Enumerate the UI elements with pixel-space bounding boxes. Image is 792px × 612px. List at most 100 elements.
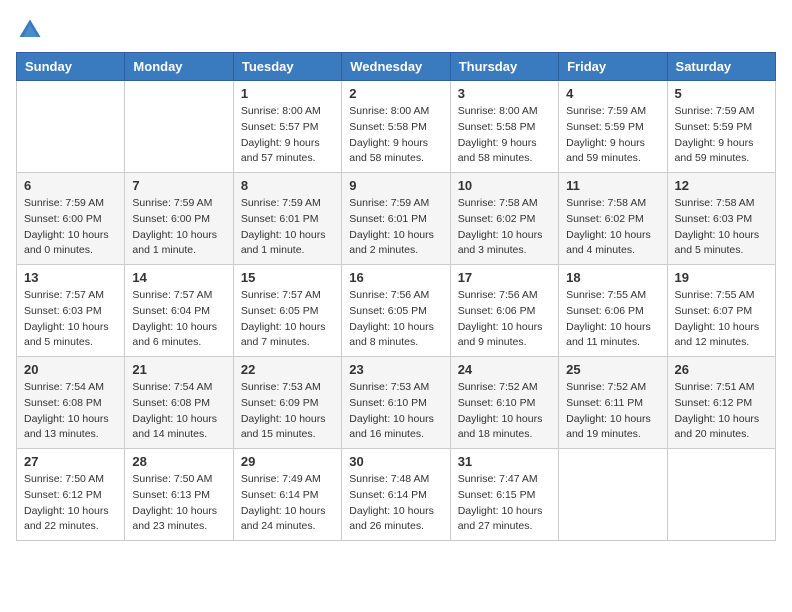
calendar-cell <box>559 449 667 541</box>
day-number: 28 <box>132 454 225 469</box>
day-number: 8 <box>241 178 334 193</box>
calendar-cell <box>125 81 233 173</box>
day-number: 20 <box>24 362 117 377</box>
day-info: Sunrise: 7:54 AM Sunset: 6:08 PM Dayligh… <box>132 380 225 443</box>
day-number: 21 <box>132 362 225 377</box>
calendar-week-row: 1 Sunrise: 8:00 AM Sunset: 5:57 PM Daylig… <box>17 81 776 173</box>
day-info: Sunrise: 7:55 AM Sunset: 6:06 PM Dayligh… <box>566 288 659 351</box>
calendar-cell: 29Sunrise: 7:49 AM Sunset: 6:14 PM Dayli… <box>233 449 341 541</box>
day-number: 6 <box>24 178 117 193</box>
day-number: 19 <box>675 270 768 285</box>
day-number: 26 <box>675 362 768 377</box>
calendar-header-row: SundayMondayTuesdayWednesdayThursdayFrid… <box>17 53 776 81</box>
calendar-cell: 31 Sunrise: 7:47 AM Sunset: 6:15 PM Dayli… <box>450 449 558 541</box>
day-number: 7 <box>132 178 225 193</box>
day-info: Sunrise: 7:47 AM Sunset: 6:15 PM Dayligh… <box>458 472 551 535</box>
day-number: 23 <box>349 362 442 377</box>
day-info: Sunrise: 7:52 AM Sunset: 6:11 PM Dayligh… <box>566 380 659 443</box>
calendar-cell: 5 Sunrise: 7:59 AM Sunset: 5:59 PM Daylig… <box>667 81 775 173</box>
day-number: 24 <box>458 362 551 377</box>
calendar-cell: 14Sunrise: 7:57 AM Sunset: 6:04 PM Dayli… <box>125 265 233 357</box>
day-number: 10 <box>458 178 551 193</box>
day-info: Sunrise: 7:56 AM Sunset: 6:05 PM Dayligh… <box>349 288 442 351</box>
day-number: 9 <box>349 178 442 193</box>
day-info: Sunrise: 7:48 AM Sunset: 6:14 PM Dayligh… <box>349 472 442 535</box>
day-info: Sunrise: 7:58 AM Sunset: 6:02 PM Dayligh… <box>458 196 551 259</box>
day-info: Sunrise: 7:59 AM Sunset: 5:59 PM Dayligh… <box>566 104 659 167</box>
calendar-cell: 13 Sunrise: 7:57 AM Sunset: 6:03 PM Dayli… <box>17 265 125 357</box>
day-number: 15 <box>241 270 334 285</box>
calendar-cell: 1 Sunrise: 8:00 AM Sunset: 5:57 PM Daylig… <box>233 81 341 173</box>
calendar-cell: 16 Sunrise: 7:56 AM Sunset: 6:05 PM Dayli… <box>342 265 450 357</box>
calendar-cell: 9 Sunrise: 7:59 AM Sunset: 6:01 PM Daylig… <box>342 173 450 265</box>
calendar-cell: 30 Sunrise: 7:48 AM Sunset: 6:14 PM Dayli… <box>342 449 450 541</box>
day-of-week-header: Sunday <box>17 53 125 81</box>
calendar-cell: 28Sunrise: 7:50 AM Sunset: 6:13 PM Dayli… <box>125 449 233 541</box>
day-number: 16 <box>349 270 442 285</box>
calendar-cell: 18Sunrise: 7:55 AM Sunset: 6:06 PM Dayli… <box>559 265 667 357</box>
day-number: 31 <box>458 454 551 469</box>
day-info: Sunrise: 7:53 AM Sunset: 6:09 PM Dayligh… <box>241 380 334 443</box>
calendar-cell: 24 Sunrise: 7:52 AM Sunset: 6:10 PM Dayli… <box>450 357 558 449</box>
day-info: Sunrise: 7:58 AM Sunset: 6:02 PM Dayligh… <box>566 196 659 259</box>
calendar-cell: 8 Sunrise: 7:59 AM Sunset: 6:01 PM Daylig… <box>233 173 341 265</box>
day-info: Sunrise: 8:00 AM Sunset: 5:58 PM Dayligh… <box>458 104 551 167</box>
day-number: 1 <box>241 86 334 101</box>
day-info: Sunrise: 7:56 AM Sunset: 6:06 PM Dayligh… <box>458 288 551 351</box>
day-number: 14 <box>132 270 225 285</box>
calendar-cell: 21 Sunrise: 7:54 AM Sunset: 6:08 PM Dayli… <box>125 357 233 449</box>
calendar-cell: 6 Sunrise: 7:59 AM Sunset: 6:00 PM Daylig… <box>17 173 125 265</box>
calendar-cell: 27 Sunrise: 7:50 AM Sunset: 6:12 PM Dayli… <box>17 449 125 541</box>
day-number: 12 <box>675 178 768 193</box>
day-number: 4 <box>566 86 659 101</box>
day-info: Sunrise: 7:57 AM Sunset: 6:03 PM Dayligh… <box>24 288 117 351</box>
day-info: Sunrise: 7:50 AM Sunset: 6:12 PM Dayligh… <box>24 472 117 535</box>
calendar-cell: 25 Sunrise: 7:52 AM Sunset: 6:11 PM Dayli… <box>559 357 667 449</box>
calendar-cell: 26 Sunrise: 7:51 AM Sunset: 6:12 PM Dayli… <box>667 357 775 449</box>
calendar-cell <box>667 449 775 541</box>
logo-icon <box>16 16 44 44</box>
day-of-week-header: Tuesday <box>233 53 341 81</box>
day-number: 22 <box>241 362 334 377</box>
calendar-week-row: 27 Sunrise: 7:50 AM Sunset: 6:12 PM Dayli… <box>17 449 776 541</box>
day-info: Sunrise: 7:59 AM Sunset: 6:01 PM Dayligh… <box>349 196 442 259</box>
day-number: 27 <box>24 454 117 469</box>
day-info: Sunrise: 7:59 AM Sunset: 5:59 PM Dayligh… <box>675 104 768 167</box>
calendar-cell: 23Sunrise: 7:53 AM Sunset: 6:10 PM Dayli… <box>342 357 450 449</box>
day-info: Sunrise: 7:55 AM Sunset: 6:07 PM Dayligh… <box>675 288 768 351</box>
day-info: Sunrise: 7:52 AM Sunset: 6:10 PM Dayligh… <box>458 380 551 443</box>
day-info: Sunrise: 7:58 AM Sunset: 6:03 PM Dayligh… <box>675 196 768 259</box>
day-of-week-header: Friday <box>559 53 667 81</box>
day-number: 11 <box>566 178 659 193</box>
day-of-week-header: Wednesday <box>342 53 450 81</box>
day-of-week-header: Thursday <box>450 53 558 81</box>
calendar-week-row: 13 Sunrise: 7:57 AM Sunset: 6:03 PM Dayli… <box>17 265 776 357</box>
day-info: Sunrise: 7:51 AM Sunset: 6:12 PM Dayligh… <box>675 380 768 443</box>
calendar-week-row: 20 Sunrise: 7:54 AM Sunset: 6:08 PM Dayli… <box>17 357 776 449</box>
day-number: 25 <box>566 362 659 377</box>
day-of-week-header: Saturday <box>667 53 775 81</box>
logo <box>16 16 48 44</box>
calendar-cell: 2Sunrise: 8:00 AM Sunset: 5:58 PM Daylig… <box>342 81 450 173</box>
calendar-cell: 4 Sunrise: 7:59 AM Sunset: 5:59 PM Daylig… <box>559 81 667 173</box>
day-number: 3 <box>458 86 551 101</box>
calendar-cell: 3 Sunrise: 8:00 AM Sunset: 5:58 PM Daylig… <box>450 81 558 173</box>
calendar-cell: 10 Sunrise: 7:58 AM Sunset: 6:02 PM Dayli… <box>450 173 558 265</box>
calendar-cell: 17Sunrise: 7:56 AM Sunset: 6:06 PM Dayli… <box>450 265 558 357</box>
day-number: 30 <box>349 454 442 469</box>
day-info: Sunrise: 7:59 AM Sunset: 6:01 PM Dayligh… <box>241 196 334 259</box>
day-info: Sunrise: 7:54 AM Sunset: 6:08 PM Dayligh… <box>24 380 117 443</box>
calendar-cell: 20 Sunrise: 7:54 AM Sunset: 6:08 PM Dayli… <box>17 357 125 449</box>
calendar-week-row: 6 Sunrise: 7:59 AM Sunset: 6:00 PM Daylig… <box>17 173 776 265</box>
day-info: Sunrise: 8:00 AM Sunset: 5:58 PM Dayligh… <box>349 104 442 167</box>
day-info: Sunrise: 8:00 AM Sunset: 5:57 PM Dayligh… <box>241 104 334 167</box>
calendar-table: SundayMondayTuesdayWednesdayThursdayFrid… <box>16 52 776 541</box>
page-header <box>16 16 776 44</box>
day-number: 13 <box>24 270 117 285</box>
calendar-cell: 12 Sunrise: 7:58 AM Sunset: 6:03 PM Dayli… <box>667 173 775 265</box>
day-number: 29 <box>241 454 334 469</box>
calendar-cell: 19 Sunrise: 7:55 AM Sunset: 6:07 PM Dayli… <box>667 265 775 357</box>
day-number: 5 <box>675 86 768 101</box>
day-of-week-header: Monday <box>125 53 233 81</box>
day-info: Sunrise: 7:59 AM Sunset: 6:00 PM Dayligh… <box>24 196 117 259</box>
